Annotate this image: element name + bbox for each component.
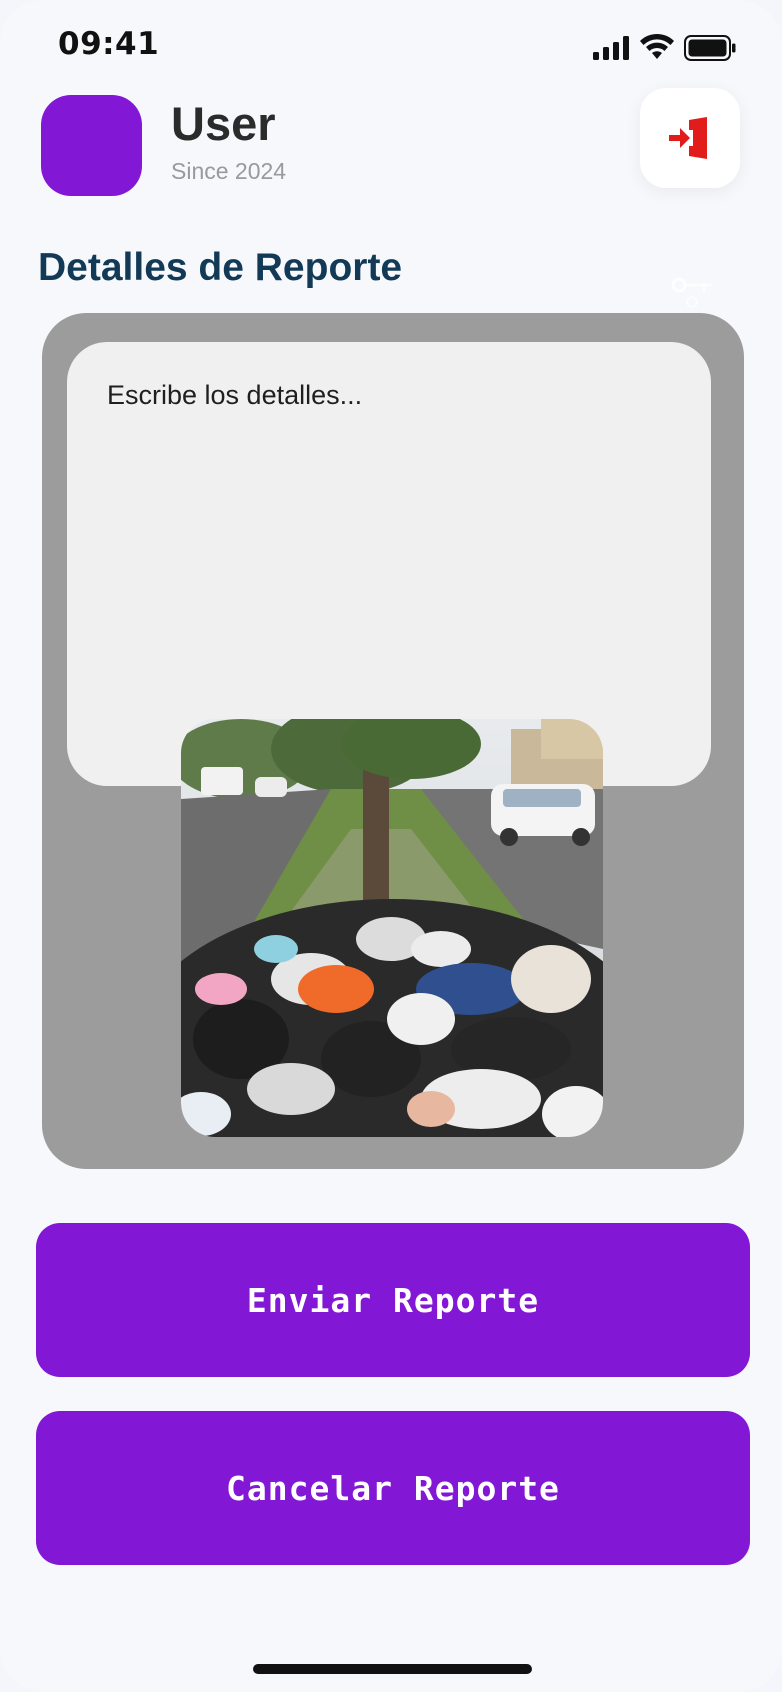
logout-button[interactable] — [640, 88, 740, 188]
status-time: 09:41 — [58, 26, 160, 62]
send-report-button[interactable]: Enviar Reporte — [36, 1223, 750, 1377]
member-since: Since 2024 — [171, 158, 287, 184]
report-photo[interactable] — [181, 719, 603, 1137]
user-name: User — [171, 97, 276, 150]
send-report-label: Enviar Reporte — [246, 1280, 540, 1320]
wifi-icon — [640, 33, 674, 59]
status-bar: 09:41 — [0, 0, 782, 90]
signal-icon — [593, 36, 629, 60]
cancel-report-button[interactable]: Cancelar Reporte — [36, 1411, 750, 1565]
avatar[interactable] — [41, 95, 142, 196]
section-title: Detalles de Reporte — [38, 246, 403, 289]
home-indicator[interactable] — [253, 1664, 532, 1674]
cancel-report-label: Cancelar Reporte — [226, 1468, 560, 1508]
logout-icon — [669, 117, 707, 159]
garbage-photo-image — [181, 719, 603, 1137]
details-placeholder: Escribe los detalles... — [107, 380, 363, 410]
battery-icon — [684, 35, 736, 61]
report-screen: 09:41 User Since 2024 Detalles de Report… — [0, 0, 782, 1692]
key-icon — [671, 277, 712, 309]
